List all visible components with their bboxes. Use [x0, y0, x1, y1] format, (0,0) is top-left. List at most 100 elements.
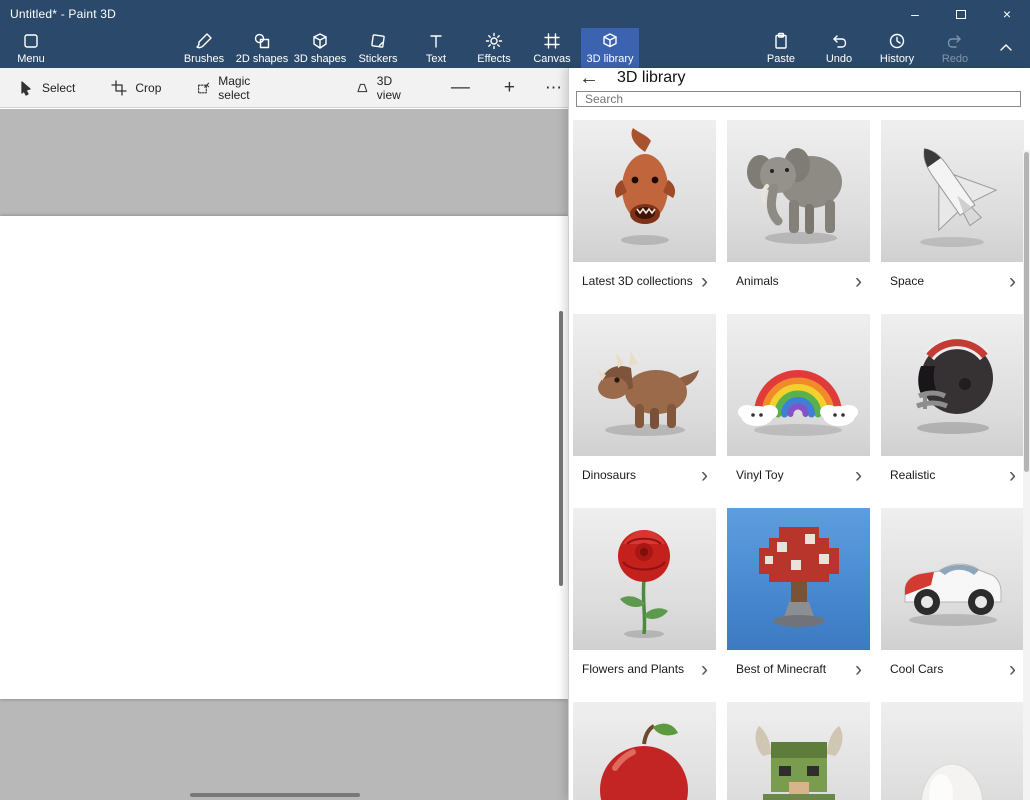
tool-group: Brushes 2D shapes 3D shapes Stickers Tex…: [175, 28, 639, 68]
tool-brushes[interactable]: Brushes: [175, 28, 233, 68]
workspace: Select Crop Magic select 3D view — + ⋯: [0, 68, 1030, 800]
3d-view-tool[interactable]: 3D view: [356, 74, 411, 102]
close-button[interactable]: ×: [984, 0, 1030, 28]
tool-label: Brushes: [184, 53, 224, 65]
tile-label: Animals: [736, 274, 851, 289]
back-button[interactable]: ←: [579, 68, 599, 88]
undo-button[interactable]: Undo: [810, 28, 868, 68]
text-icon: [427, 32, 445, 50]
tile-footer: Flowers and Plants ›: [573, 650, 716, 688]
panel-scrollbar-thumb[interactable]: [1024, 152, 1029, 472]
tile-footer: Space ›: [881, 262, 1024, 300]
tile-label: Latest 3D collections: [582, 274, 697, 289]
2d-shapes-icon: [253, 32, 271, 50]
football-helmet-model-image: [881, 314, 1024, 456]
panel-title: 3D library: [617, 69, 685, 87]
toy-car-model-image: [881, 508, 1024, 650]
undo-icon: [830, 32, 848, 50]
zoom-out-button[interactable]: —: [445, 78, 476, 97]
tile-best-of-minecraft[interactable]: Best of Minecraft ›: [727, 508, 870, 688]
maximize-icon: [956, 10, 966, 19]
main-toolbar: Menu Brushes 2D shapes 3D shapes Sticker…: [0, 28, 1030, 68]
window-controls: – ×: [892, 0, 1030, 28]
maximize-button[interactable]: [938, 0, 984, 28]
triceratops-model-image: [573, 314, 716, 456]
tile-flowers-and-plants[interactable]: Flowers and Plants ›: [573, 508, 716, 688]
minimize-icon: –: [911, 6, 919, 22]
tool-3d-library[interactable]: 3D library: [581, 28, 639, 68]
tool-canvas[interactable]: Canvas: [523, 28, 581, 68]
tile-latest-3d-collections[interactable]: Latest 3D collections ›: [573, 120, 716, 300]
tile-label: Space: [890, 274, 1005, 289]
tile-partial-minecraft-creature[interactable]: ›: [727, 702, 870, 800]
tile-animals[interactable]: Animals ›: [727, 120, 870, 300]
history-button[interactable]: History: [868, 28, 926, 68]
apple-model-image: [573, 702, 716, 800]
tile-space[interactable]: Space ›: [881, 120, 1024, 300]
tile-label: Cool Cars: [890, 662, 1005, 677]
tool-label: Canvas: [533, 53, 570, 65]
tile-dinosaurs[interactable]: Dinosaurs ›: [573, 314, 716, 494]
search-input[interactable]: [577, 92, 1020, 106]
tool-label: 2D shapes: [236, 53, 289, 65]
menu-button[interactable]: Menu: [0, 28, 62, 68]
tile-footer: Dinosaurs ›: [573, 456, 716, 494]
tile-label: Vinyl Toy: [736, 468, 851, 483]
window-title: Untitled* - Paint 3D: [0, 7, 116, 21]
chevron-right-icon: ›: [701, 271, 708, 292]
select-icon: [18, 80, 34, 96]
chevron-right-icon: ›: [1009, 271, 1016, 292]
more-options-button[interactable]: ⋯: [539, 79, 568, 96]
tile-cool-cars[interactable]: Cool Cars ›: [881, 508, 1024, 688]
minimize-button[interactable]: –: [892, 0, 938, 28]
library-grid: Latest 3D collections ›: [573, 120, 1024, 800]
menu-label: Menu: [17, 53, 45, 65]
stickers-icon: [369, 32, 387, 50]
paste-icon: [772, 32, 790, 50]
elephant-model-image: [727, 120, 870, 262]
tile-partial-mannequin-head[interactable]: ›: [881, 702, 1024, 800]
tools-ribbon: Select Crop Magic select 3D view — + ⋯: [0, 68, 568, 108]
fish-model-image: [573, 120, 716, 262]
mannequin-head-model-image: [881, 702, 1024, 800]
drawing-canvas[interactable]: [0, 216, 568, 699]
select-tool[interactable]: Select: [18, 80, 75, 96]
crop-tool[interactable]: Crop: [111, 80, 161, 96]
collapse-toolbar-button[interactable]: [984, 28, 1028, 68]
tool-2d-shapes[interactable]: 2D shapes: [233, 28, 291, 68]
panel-header: ← 3D library: [569, 68, 1030, 88]
chevron-right-icon: ›: [855, 465, 862, 486]
crop-label: Crop: [135, 81, 161, 95]
zoom-in-button[interactable]: +: [498, 78, 521, 97]
tool-stickers[interactable]: Stickers: [349, 28, 407, 68]
tile-realistic[interactable]: Realistic ›: [881, 314, 1024, 494]
rose-model-image: [573, 508, 716, 650]
tool-effects[interactable]: Effects: [465, 28, 523, 68]
space-shuttle-model-image: [881, 120, 1024, 262]
vertical-scrollbar-thumb[interactable]: [559, 311, 563, 586]
tile-label: Dinosaurs: [582, 468, 697, 483]
history-icon: [888, 32, 906, 50]
3d-view-icon: [356, 80, 369, 96]
paste-button[interactable]: Paste: [752, 28, 810, 68]
effects-icon: [485, 32, 503, 50]
magic-select-tool[interactable]: Magic select: [197, 74, 272, 102]
select-label: Select: [42, 81, 75, 95]
tile-footer: Cool Cars ›: [881, 650, 1024, 688]
tile-vinyl-toy[interactable]: Vinyl Toy ›: [727, 314, 870, 494]
3d-view-label: 3D view: [377, 74, 411, 102]
chevron-right-icon: ›: [701, 465, 708, 486]
tool-3d-shapes[interactable]: 3D shapes: [291, 28, 349, 68]
tool-text[interactable]: Text: [407, 28, 465, 68]
canvas-background: [0, 109, 568, 800]
magic-select-label: Magic select: [218, 74, 272, 102]
3d-library-panel: ← 3D library: [568, 68, 1030, 800]
tile-label: Flowers and Plants: [582, 662, 697, 677]
chevron-up-icon: [997, 39, 1015, 57]
tile-footer: Vinyl Toy ›: [727, 456, 870, 494]
tile-partial-apple[interactable]: ›: [573, 702, 716, 800]
redo-button[interactable]: Redo: [926, 28, 984, 68]
chevron-right-icon: ›: [701, 659, 708, 680]
action-label: History: [880, 53, 914, 65]
horizontal-scrollbar-thumb[interactable]: [190, 793, 360, 797]
